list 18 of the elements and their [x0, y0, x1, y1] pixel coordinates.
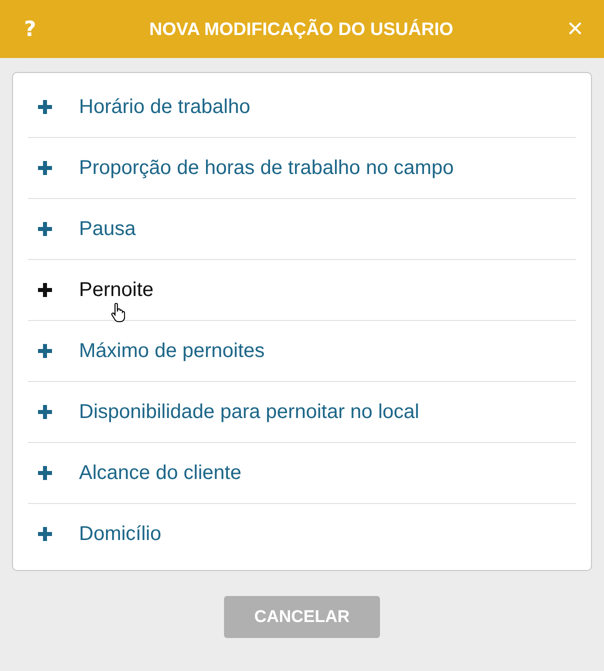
plus-icon [38, 466, 52, 480]
plus-icon [38, 161, 52, 175]
plus-icon [38, 344, 52, 358]
option-item[interactable]: Pernoite [28, 260, 576, 321]
option-item[interactable]: Pausa [28, 199, 576, 260]
option-item[interactable]: Máximo de pernoites [28, 321, 576, 382]
dialog-title: NOVA MODIFICAÇÃO DO USUÁRIO [149, 18, 454, 40]
plus-icon [38, 222, 52, 236]
option-item[interactable]: Horário de trabalho [28, 77, 576, 138]
option-item[interactable]: Alcance do cliente [28, 443, 576, 504]
option-item[interactable]: Domicílio [28, 504, 576, 564]
hand-cursor-icon [111, 303, 125, 323]
option-item[interactable]: Disponibilidade para pernoitar no local [28, 382, 576, 443]
plus-icon [38, 527, 52, 541]
plus-icon [38, 405, 52, 419]
plus-icon [38, 283, 52, 297]
plus-icon [38, 100, 52, 114]
option-item[interactable]: Proporção de horas de trabalho no campo [28, 138, 576, 199]
